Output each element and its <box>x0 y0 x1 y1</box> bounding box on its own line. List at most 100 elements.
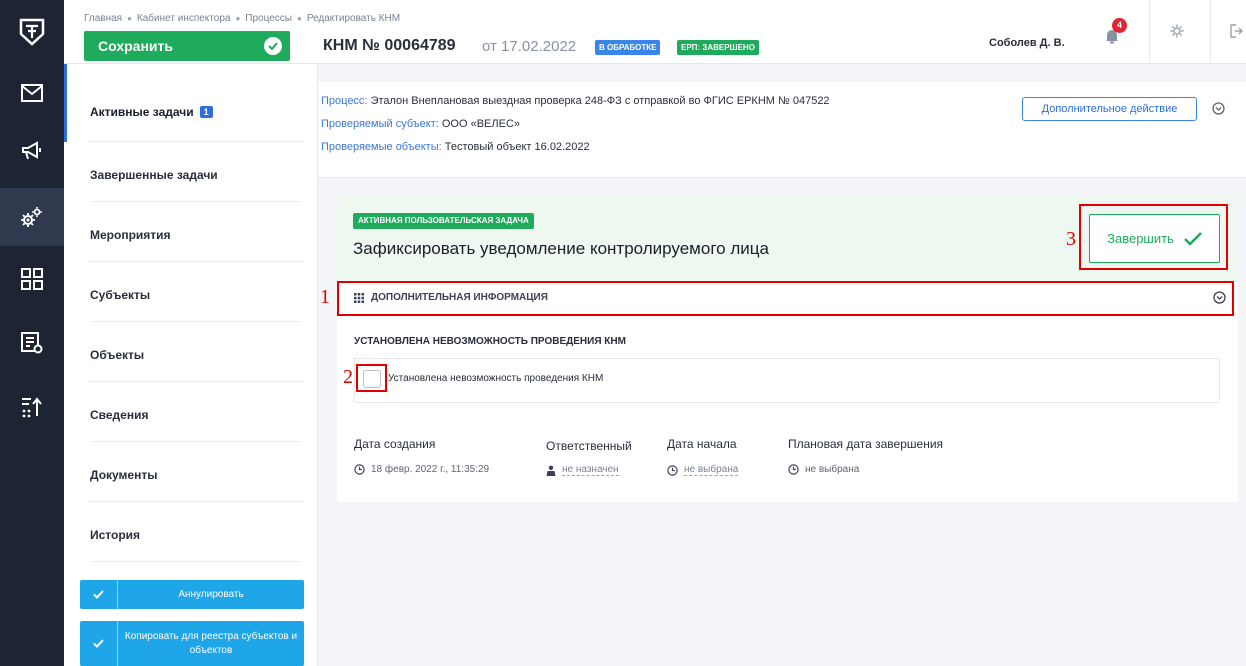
nav-item-label: Сведения <box>90 407 149 422</box>
notification-count-badge: 4 <box>1112 18 1127 33</box>
registry-icon[interactable] <box>0 314 64 372</box>
task-card: АКТИВНАЯ ПОЛЬЗОВАТЕЛЬСКАЯ ЗАДАЧА Зафикси… <box>337 196 1238 502</box>
subject-value: ООО «ВЕЛЕС» <box>441 118 521 130</box>
task-card-header: АКТИВНАЯ ПОЛЬЗОВАТЕЛЬСКАЯ ЗАДАЧА Зафикси… <box>337 196 1238 282</box>
side-navigation: Активные задачи 1 Завершенные задачи Меро… <box>64 64 318 666</box>
nav-item-history[interactable]: История <box>90 502 302 562</box>
responsible-name: не назначен <box>562 464 619 476</box>
process-key: Процесс: <box>321 95 368 107</box>
process-line: Процесс: Эталон Внеплановая выездная про… <box>321 95 830 107</box>
kmn-number: КНМ № 00064789 <box>323 37 456 54</box>
nav-item-documents[interactable]: Документы <box>90 442 302 502</box>
annotation-number-1: 1 <box>320 286 330 308</box>
extra-action-button[interactable]: Дополнительное действие <box>1022 97 1197 121</box>
copy-to-registry-label: Копировать для реестра субъектов и объек… <box>124 630 298 656</box>
nav-item-subjects[interactable]: Субъекты <box>90 262 302 322</box>
nav-item-label: Активные задачи <box>90 104 194 119</box>
active-tasks-count: 1 <box>199 105 213 118</box>
objects-key: Проверяемые объекты: <box>321 141 442 153</box>
nav-item-info[interactable]: Сведения <box>90 382 302 442</box>
created-value: 18 февр. 2022 г., 11:35:29 <box>354 464 489 475</box>
check-icon <box>264 37 282 55</box>
erp-status-badge: ЕРП: ЗАВЕРШЕНО <box>677 40 759 55</box>
start-date: не выбрана <box>684 464 739 476</box>
breadcrumb-separator: ● <box>296 14 302 23</box>
subject-line: Проверяемый субъект: ООО «ВЕЛЕС» <box>321 118 520 130</box>
process-value: Эталон Внеплановая выездная проверка 248… <box>370 95 830 107</box>
logout-icon[interactable] <box>1230 24 1244 43</box>
nav-item-events[interactable]: Мероприятия <box>90 202 302 262</box>
section-title: УСТАНОВЛЕНА НЕВОЗМОЖНОСТЬ ПРОВЕДЕНИЯ КНМ <box>354 336 626 347</box>
user-icon <box>546 465 556 476</box>
nav-item-label: Документы <box>90 467 158 482</box>
objects-line: Проверяемые объекты: Тестовый объект 16.… <box>321 141 590 153</box>
check-icon <box>80 621 118 666</box>
check-icon <box>1183 231 1202 246</box>
annotation-number-3: 3 <box>1066 228 1076 250</box>
notifications-button[interactable]: 4 <box>1103 18 1127 48</box>
breadcrumb: Главная ● Кабинет инспектора ● Процессы ● Реда… <box>84 13 400 24</box>
finish-button-label: Завершить <box>1107 231 1174 246</box>
clock-icon <box>667 464 678 476</box>
breadcrumb-separator: ● <box>235 14 241 23</box>
impossibility-checkbox[interactable] <box>363 370 381 388</box>
megaphone-icon[interactable] <box>0 122 64 180</box>
nav-item-completed-tasks[interactable]: Завершенные задачи <box>90 142 302 202</box>
additional-info-toggle[interactable]: ДОПОЛНИТЕЛЬНАЯ ИНФОРМАЦИЯ <box>337 282 1238 315</box>
chevron-down-icon[interactable] <box>1212 102 1225 120</box>
save-button[interactable]: Сохранить <box>84 31 290 61</box>
status-badge: В ОБРАБОТКЕ <box>595 40 661 55</box>
sort-icon[interactable] <box>0 378 64 436</box>
task-type-badge: АКТИВНАЯ ПОЛЬЗОВАТЕЛЬСКАЯ ЗАДАЧА <box>353 213 534 229</box>
save-button-label: Сохранить <box>98 38 173 54</box>
subject-key: Проверяемый субъект: <box>321 118 439 130</box>
finish-button[interactable]: Завершить <box>1089 214 1220 263</box>
clock-icon <box>788 464 799 475</box>
created-date: 18 февр. 2022 г., 11:35:29 <box>371 464 490 475</box>
nav-item-label: Объекты <box>90 347 145 362</box>
annotation-number-2: 2 <box>343 366 353 388</box>
grid-icon <box>354 293 364 303</box>
nav-item-label: Мероприятия <box>90 227 171 242</box>
logo-icon[interactable] <box>0 0 64 64</box>
copy-to-registry-button[interactable]: Копировать для реестра субъектов и объек… <box>80 621 304 666</box>
planned-end-date: не выбрана <box>805 464 860 475</box>
process-info-panel: Процесс: Эталон Внеплановая выездная про… <box>318 82 1246 178</box>
breadcrumb-item[interactable]: Кабинет инспектора <box>137 13 231 24</box>
breadcrumb-item: Редактировать КНМ <box>306 13 401 24</box>
breadcrumb-item[interactable]: Процессы <box>245 13 292 24</box>
objects-value: Тестовый объект 16.02.2022 <box>444 141 590 153</box>
chevron-down-icon <box>1213 291 1226 304</box>
task-title: Зафиксировать уведомление контролируемог… <box>353 239 769 258</box>
kmn-date: от 17.02.2022 <box>482 38 577 55</box>
header-divider <box>1149 0 1150 64</box>
nav-active-indicator <box>64 64 67 142</box>
created-label: Дата создания <box>354 437 436 451</box>
top-header: Главная ● Кабинет инспектора ● Процессы ● Реда… <box>64 0 1246 64</box>
nav-item-label: Завершенные задачи <box>90 167 218 182</box>
gear-icon[interactable] <box>1170 24 1184 43</box>
nav-item-label: История <box>90 527 141 542</box>
nav-item-objects[interactable]: Объекты <box>90 322 302 382</box>
breadcrumb-separator: ● <box>127 14 132 23</box>
clock-icon <box>354 464 365 475</box>
start-date-value[interactable]: не выбрана <box>667 464 739 476</box>
annul-button[interactable]: Аннулировать <box>80 580 304 609</box>
checkbox-label[interactable]: Установлена невозможность проведения КНМ <box>388 373 603 384</box>
breadcrumb-item[interactable]: Главная <box>84 13 122 24</box>
additional-info-label: ДОПОЛНИТЕЛЬНАЯ ИНФОРМАЦИЯ <box>371 292 548 303</box>
responsible-label: Ответственный <box>546 439 632 453</box>
header-divider <box>1210 0 1211 64</box>
gears-icon[interactable] <box>0 188 64 246</box>
responsible-value[interactable]: не назначен <box>546 464 619 476</box>
user-name[interactable]: Соболев Д. В. <box>989 37 1065 49</box>
planned-end-label: Плановая дата завершения <box>788 437 944 451</box>
start-date-label: Дата начала <box>667 437 737 451</box>
annul-button-label: Аннулировать <box>178 588 244 600</box>
checkbox-field: Установлена невозможность проведения КНМ <box>354 358 1220 403</box>
nav-item-active-tasks[interactable]: Активные задачи 1 <box>90 82 302 142</box>
dashboard-icon[interactable] <box>0 250 64 308</box>
planned-end-value[interactable]: не выбрана <box>788 464 859 475</box>
mail-icon[interactable] <box>0 64 64 122</box>
check-icon <box>80 580 118 609</box>
